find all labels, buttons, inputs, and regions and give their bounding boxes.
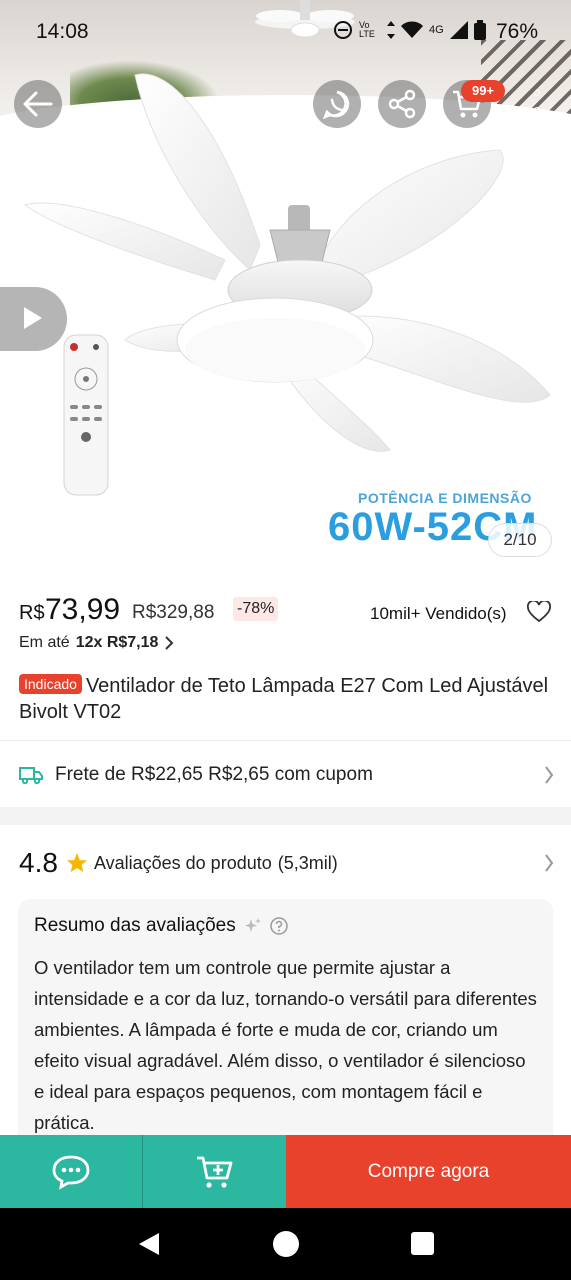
reviews-header[interactable]: 4.8 Avaliações do produto (5,3mil): [19, 843, 554, 883]
share-button[interactable]: [378, 80, 426, 128]
installment-info[interactable]: Em até 12x R$7,18: [19, 634, 174, 652]
recommended-tag: Indicado: [19, 674, 82, 694]
reviews-label: Avaliações do produto: [93, 852, 272, 873]
more-options-button[interactable]: [530, 90, 544, 130]
dnd-icon: [334, 21, 352, 39]
installment-value: 12x R$7,18: [75, 634, 159, 651]
buy-now-button[interactable]: Compre agora: [286, 1135, 571, 1208]
share-icon: [388, 89, 416, 119]
chat-icon: [52, 1155, 90, 1190]
chevron-right-icon: [165, 636, 174, 650]
section-separator: [0, 807, 571, 825]
star-icon: [66, 852, 88, 873]
price-currency: R$: [19, 602, 45, 624]
original-price: R$329,88: [132, 602, 215, 623]
whatsapp-icon: [322, 90, 350, 119]
sparkle-icon: [244, 918, 261, 932]
reviews-count: (5,3mil): [277, 852, 338, 873]
remote-control-image: [63, 334, 109, 496]
help-icon[interactable]: [269, 917, 288, 935]
add-cart-icon: [196, 1156, 232, 1188]
play-video-button[interactable]: [0, 287, 67, 351]
chevron-right-icon: [545, 766, 554, 784]
data-arrows-icon: [387, 21, 395, 39]
wifi-icon: [401, 21, 423, 38]
volte-indicator: Vo LTE: [359, 20, 375, 39]
back-button[interactable]: [14, 80, 62, 128]
image-counter: 2/10: [488, 523, 552, 557]
nav-recents-icon[interactable]: [411, 1232, 434, 1255]
summary-heading: Resumo das avaliações: [34, 915, 537, 937]
discount-badge: -78%: [233, 597, 279, 621]
chevron-right-icon: [545, 854, 554, 872]
status-time: 14:08: [36, 20, 89, 43]
nav-home-icon[interactable]: [273, 1231, 299, 1257]
add-to-cart-button[interactable]: [143, 1135, 286, 1208]
price-row: R$ 73,99 R$329,88 -78% 10mil+ Vendido(s): [19, 593, 559, 627]
rating-value: 4.8: [19, 847, 58, 878]
installment-prefix: Em até: [19, 634, 70, 651]
truck-icon: [19, 767, 43, 784]
favorite-heart-icon[interactable]: [527, 601, 551, 623]
nav-back-icon[interactable]: [137, 1232, 161, 1256]
shipping-label: Frete de R$22,65 R$2,65 com cupom: [55, 764, 373, 785]
status-icons: Vo LTE 4G: [333, 20, 486, 40]
system-nav-bar: [0, 1208, 571, 1280]
shipping-row[interactable]: Frete de R$22,65 R$2,65 com cupom: [19, 755, 554, 795]
sold-count: 10mil+ Vendido(s): [370, 604, 507, 623]
divider: [0, 740, 571, 741]
arrow-left-icon: [23, 91, 53, 117]
product-title: Indicado Ventilador de Teto Lâmpada E27 C…: [19, 673, 554, 725]
play-icon: [24, 307, 42, 329]
status-bar: 14:08 Vo LTE 4G 76%: [0, 0, 571, 62]
network-type: 4G: [429, 24, 444, 36]
battery-percent: 76%: [496, 20, 539, 43]
signal-icon: [449, 21, 468, 39]
summary-text: O ventilador tem um controle que permite…: [34, 957, 537, 1133]
cart-count-badge: 99+: [461, 80, 505, 102]
battery-icon: [473, 20, 486, 40]
bottom-action-bar: Compre agora: [0, 1135, 571, 1208]
current-price: 73,99: [45, 593, 121, 626]
whatsapp-share-button[interactable]: [313, 80, 361, 128]
summary-title: Resumo das avaliações: [34, 915, 236, 936]
reviews-summary-card: Resumo das avaliações O ventilador tem u…: [18, 899, 553, 1149]
spec-label: POTÊNCIA E DIMENSÃO: [358, 490, 532, 506]
product-title-text: Ventilador de Teto Lâmpada E27 Com Led A…: [19, 675, 549, 723]
chat-button[interactable]: [0, 1135, 143, 1208]
